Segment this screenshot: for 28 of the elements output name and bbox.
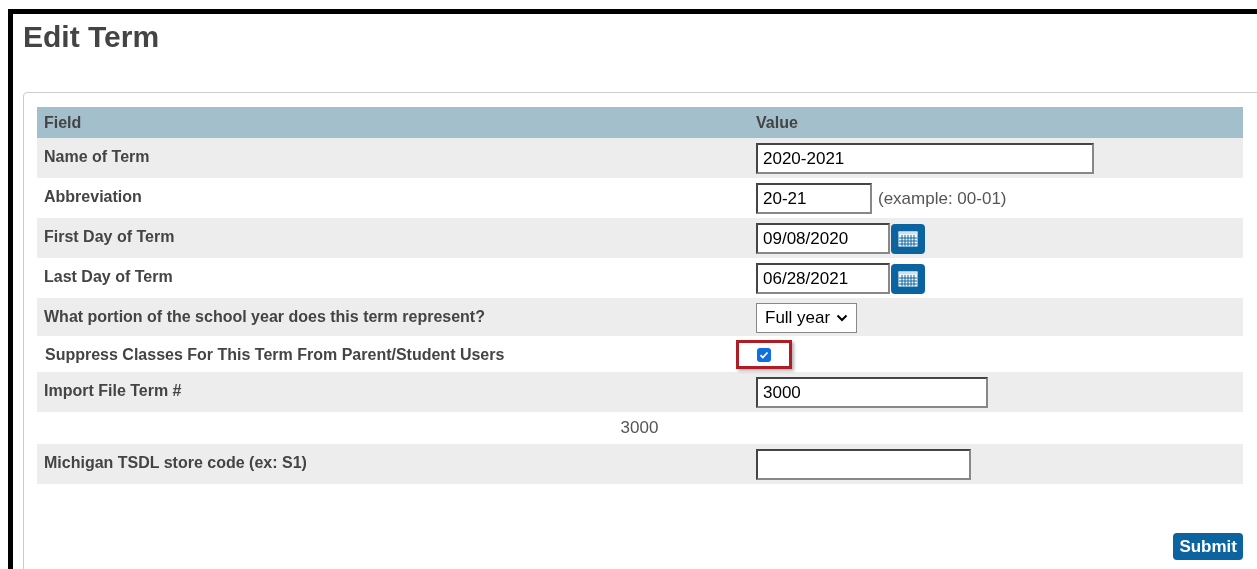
page-title: Edit Term bbox=[23, 20, 161, 54]
field-label: What portion of the school year does this term represent? bbox=[44, 308, 485, 325]
date-field[interactable]: 06/28/2021 bbox=[756, 263, 890, 294]
text-field[interactable]: 2020-2021 bbox=[756, 143, 1094, 174]
field-label: First Day of Term bbox=[44, 228, 175, 245]
column-header: Value bbox=[755, 112, 798, 133]
calendar-button[interactable] bbox=[891, 223, 925, 254]
submit-button[interactable]: Submit bbox=[1173, 533, 1243, 560]
text-field[interactable]: 3000 bbox=[756, 377, 988, 408]
field-label: Abbreviation bbox=[44, 188, 142, 205]
term-number-text: 3000 bbox=[620, 417, 659, 440]
hint-text: (example: 00-01) bbox=[878, 187, 1007, 210]
calendar-icon bbox=[898, 270, 918, 287]
term-portion-dropdown[interactable]: Full year bbox=[756, 303, 858, 333]
field-label: Suppress Classes For This Term From Parent/Student Users bbox=[45, 346, 505, 363]
suppress-checkbox[interactable] bbox=[757, 347, 771, 362]
field-label: Import File Term # bbox=[44, 382, 182, 399]
column-header: Field bbox=[43, 112, 83, 133]
chevron-down-icon bbox=[836, 314, 849, 322]
field-label: Last Day of Term bbox=[44, 268, 173, 285]
field-label: Name of Term bbox=[44, 148, 150, 165]
calendar-button[interactable] bbox=[891, 263, 925, 294]
calendar-icon bbox=[898, 230, 918, 247]
date-field[interactable]: 09/08/2020 bbox=[756, 223, 890, 254]
check-icon bbox=[759, 349, 769, 360]
field-label: Michigan TSDL store code (ex: S1) bbox=[44, 454, 307, 471]
text-field[interactable]: 20-21 bbox=[756, 183, 872, 214]
text-field[interactable] bbox=[756, 449, 971, 480]
